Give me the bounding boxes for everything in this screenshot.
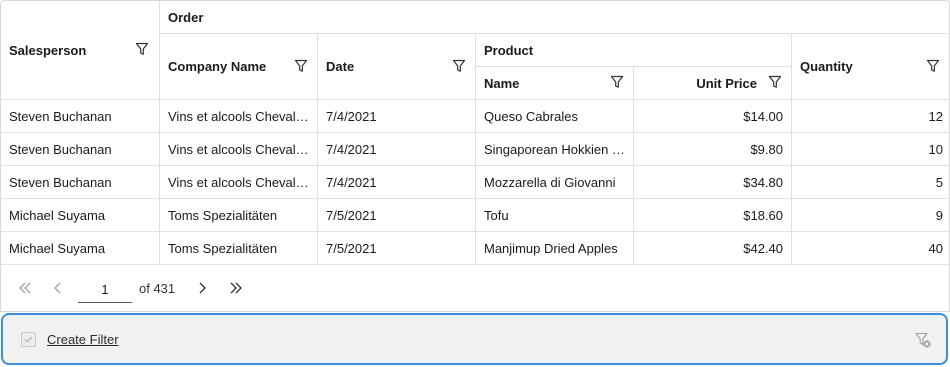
cell-quantity[interactable]: 10 xyxy=(792,133,950,166)
cell-text: 7/4/2021 xyxy=(326,108,377,124)
column-header-label: Date xyxy=(326,59,355,74)
first-page-icon[interactable] xyxy=(15,278,35,298)
cell-text: Singaporean Hokkien Fried Mee xyxy=(484,141,625,157)
cell-text: 40 xyxy=(928,240,943,256)
cell-text: 5 xyxy=(935,174,943,190)
cell-unit-price[interactable]: $14.00 xyxy=(634,100,792,133)
cell-salesperson[interactable]: Steven Buchanan xyxy=(1,133,160,166)
cell-quantity[interactable]: 40 xyxy=(792,232,950,265)
cell-unit-price[interactable]: $9.80 xyxy=(634,133,792,166)
cell-text: Queso Cabrales xyxy=(484,108,578,124)
column-header-label: Salesperson xyxy=(9,42,87,58)
cell-text: Vins et alcools Chevalier xyxy=(168,108,309,124)
column-header-label: Unit Price xyxy=(696,75,757,91)
cell-product-name[interactable]: Mozzarella di Giovanni xyxy=(476,166,634,199)
cell-text: Michael Suyama xyxy=(9,207,106,223)
cell-quantity[interactable]: 12 xyxy=(792,100,950,133)
create-filter-link[interactable]: Create Filter xyxy=(47,332,119,347)
cell-text: Michael Suyama xyxy=(9,240,106,256)
filter-icon[interactable] xyxy=(926,59,940,73)
column-header-quantity[interactable]: Quantity xyxy=(792,34,950,100)
cell-text: Steven Buchanan xyxy=(9,174,112,190)
cell-quantity[interactable]: 5 xyxy=(792,166,950,199)
previous-page-icon[interactable] xyxy=(48,278,68,298)
cell-date[interactable]: 7/5/2021 xyxy=(318,199,476,232)
cell-product-name[interactable]: Singaporean Hokkien Fried Mee xyxy=(476,133,634,166)
cell-company[interactable]: Toms Spezialitäten xyxy=(160,232,318,265)
column-group-label: Product xyxy=(484,42,534,58)
cell-salesperson[interactable]: Steven Buchanan xyxy=(1,100,160,133)
filter-icon[interactable] xyxy=(610,75,624,89)
cell-text: 7/4/2021 xyxy=(326,174,377,190)
last-page-icon[interactable] xyxy=(226,278,246,298)
cell-quantity[interactable]: 9 xyxy=(792,199,950,232)
cell-salesperson[interactable]: Michael Suyama xyxy=(1,199,160,232)
cell-text: Vins et alcools Chevalier xyxy=(168,141,309,157)
cell-text: Mozzarella di Giovanni xyxy=(484,174,616,190)
cell-text: 12 xyxy=(928,108,943,124)
cell-company[interactable]: Toms Spezialitäten xyxy=(160,199,318,232)
cell-company[interactable]: Vins et alcools Chevalier xyxy=(160,166,318,199)
cell-unit-price[interactable]: $34.80 xyxy=(634,166,792,199)
page-number-input[interactable] xyxy=(78,277,132,303)
cell-unit-price[interactable]: $42.40 xyxy=(634,232,792,265)
filter-icon[interactable] xyxy=(294,59,308,73)
cell-text: 9 xyxy=(935,207,943,223)
filter-icon[interactable] xyxy=(768,75,782,89)
column-group-product: Product xyxy=(476,34,792,67)
column-header-salesperson[interactable]: Salesperson xyxy=(1,1,160,100)
cell-unit-price[interactable]: $18.60 xyxy=(634,199,792,232)
cell-product-name[interactable]: Manjimup Dried Apples xyxy=(476,232,634,265)
cell-text: Manjimup Dried Apples xyxy=(484,240,618,256)
cell-text: $18.60 xyxy=(743,207,783,223)
cell-product-name[interactable]: Tofu xyxy=(476,199,634,232)
cell-date[interactable]: 7/4/2021 xyxy=(318,100,476,133)
cell-company[interactable]: Vins et alcools Chevalier xyxy=(160,100,318,133)
cell-text: $34.80 xyxy=(743,174,783,190)
clear-filter-icon[interactable] xyxy=(914,331,932,349)
cell-text: $14.00 xyxy=(743,108,783,124)
checkbox-icon[interactable] xyxy=(21,332,36,347)
column-header-date[interactable]: Date xyxy=(318,34,476,100)
filter-icon[interactable] xyxy=(452,59,466,73)
cell-date[interactable]: 7/4/2021 xyxy=(318,166,476,199)
cell-text: Tofu xyxy=(484,207,509,223)
page-count-label: of 431 xyxy=(139,281,176,296)
cell-text: $9.80 xyxy=(750,141,783,157)
filter-icon[interactable] xyxy=(135,42,149,56)
cell-date[interactable]: 7/4/2021 xyxy=(318,133,476,166)
cell-text: Steven Buchanan xyxy=(9,108,112,124)
cell-date[interactable]: 7/5/2021 xyxy=(318,232,476,265)
cell-text: 7/5/2021 xyxy=(326,207,377,223)
next-page-icon[interactable] xyxy=(192,278,212,298)
cell-product-name[interactable]: Queso Cabrales xyxy=(476,100,634,133)
cell-text: Toms Spezialitäten xyxy=(168,207,278,223)
column-group-label: Order xyxy=(168,9,204,25)
cell-text: 10 xyxy=(928,141,943,157)
cell-text: $42.40 xyxy=(743,240,783,256)
filter-panel: Create Filter xyxy=(1,313,948,365)
column-header-label: Company Name xyxy=(168,59,267,74)
column-header-unit-price[interactable]: Unit Price xyxy=(634,67,792,100)
column-header-label: Quantity xyxy=(800,59,853,74)
cell-text: 7/4/2021 xyxy=(326,141,377,157)
cell-text: Vins et alcools Chevalier xyxy=(168,174,309,190)
column-header-company-name[interactable]: Company Name xyxy=(160,34,318,100)
cell-salesperson[interactable]: Michael Suyama xyxy=(1,232,160,265)
cell-salesperson[interactable]: Steven Buchanan xyxy=(1,166,160,199)
column-header-product-name[interactable]: Name xyxy=(476,67,634,100)
cell-company[interactable]: Vins et alcools Chevalier xyxy=(160,133,318,166)
cell-text: 7/5/2021 xyxy=(326,240,377,256)
cell-text: Toms Spezialitäten xyxy=(168,240,278,256)
column-header-label: Name xyxy=(484,75,520,91)
cell-text: Steven Buchanan xyxy=(9,141,112,157)
column-group-order: Order xyxy=(160,1,950,34)
